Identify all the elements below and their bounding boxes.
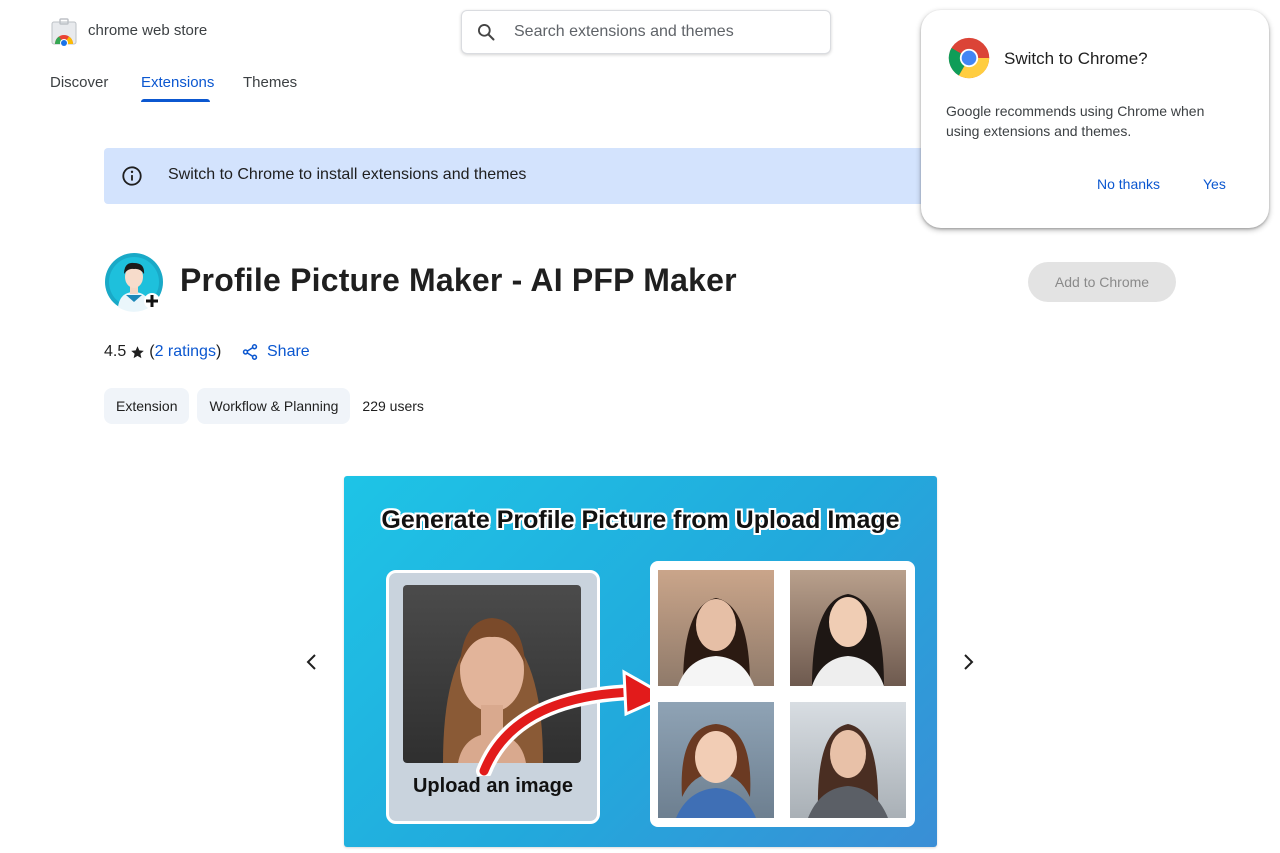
paren-close: ) <box>215 343 222 360</box>
chrome-web-store-logo[interactable] <box>50 18 78 46</box>
chip-category[interactable]: Workflow & Planning <box>197 388 351 424</box>
tab-themes[interactable]: Themes <box>243 74 297 102</box>
screenshot-slide: Generate Profile Picture from Upload Ima… <box>344 476 937 847</box>
yes-button[interactable]: Yes <box>1203 176 1226 192</box>
slide-title: Generate Profile Picture from Upload Ima… <box>381 506 900 534</box>
star-icon <box>131 345 144 358</box>
result-image <box>658 702 774 818</box>
add-to-chrome-button[interactable]: Add to Chrome <box>1028 262 1176 302</box>
switch-to-chrome-dialog: Switch to Chrome? Google recommends usin… <box>921 10 1269 228</box>
chevron-left-icon[interactable] <box>300 650 324 674</box>
arrow-graphic <box>476 669 670 776</box>
search-icon <box>478 24 495 41</box>
banner-text: Switch to Chrome to install extensions a… <box>168 166 527 183</box>
results-grid <box>650 561 915 827</box>
search-input[interactable] <box>514 11 814 53</box>
chip-extension[interactable]: Extension <box>104 388 190 424</box>
chrome-logo-icon <box>948 37 990 79</box>
search-box[interactable] <box>461 10 831 54</box>
tab-extensions[interactable]: Extensions <box>141 74 214 102</box>
extension-title: Profile Picture Maker - AI PFP Maker <box>180 262 737 298</box>
ratings-link[interactable]: 2 ratings <box>155 343 216 361</box>
chips-row: Extension Workflow & Planning 229 users <box>104 388 424 424</box>
upload-label: Upload an image <box>412 775 574 797</box>
user-count: 229 users <box>362 398 424 414</box>
nav-tabs: Discover Extensions Themes <box>50 74 297 102</box>
result-image <box>658 570 774 686</box>
tab-discover[interactable]: Discover <box>50 74 142 102</box>
rating-row: 4.5 (2 ratings) <box>104 342 221 362</box>
dialog-title: Switch to Chrome? <box>1004 49 1148 68</box>
share-label: Share <box>267 343 310 360</box>
result-image <box>790 702 906 818</box>
no-thanks-button[interactable]: No thanks <box>1097 176 1160 192</box>
chevron-right-icon[interactable] <box>956 650 980 674</box>
result-image <box>790 570 906 686</box>
store-brand[interactable]: chrome web store <box>88 22 207 39</box>
share-button[interactable]: Share <box>241 342 310 362</box>
dialog-body: Google recommends using Chrome when usin… <box>946 103 1205 139</box>
info-icon <box>122 166 142 186</box>
rating-value: 4.5 <box>104 343 127 360</box>
extension-logo <box>105 253 163 312</box>
share-icon <box>242 344 258 360</box>
